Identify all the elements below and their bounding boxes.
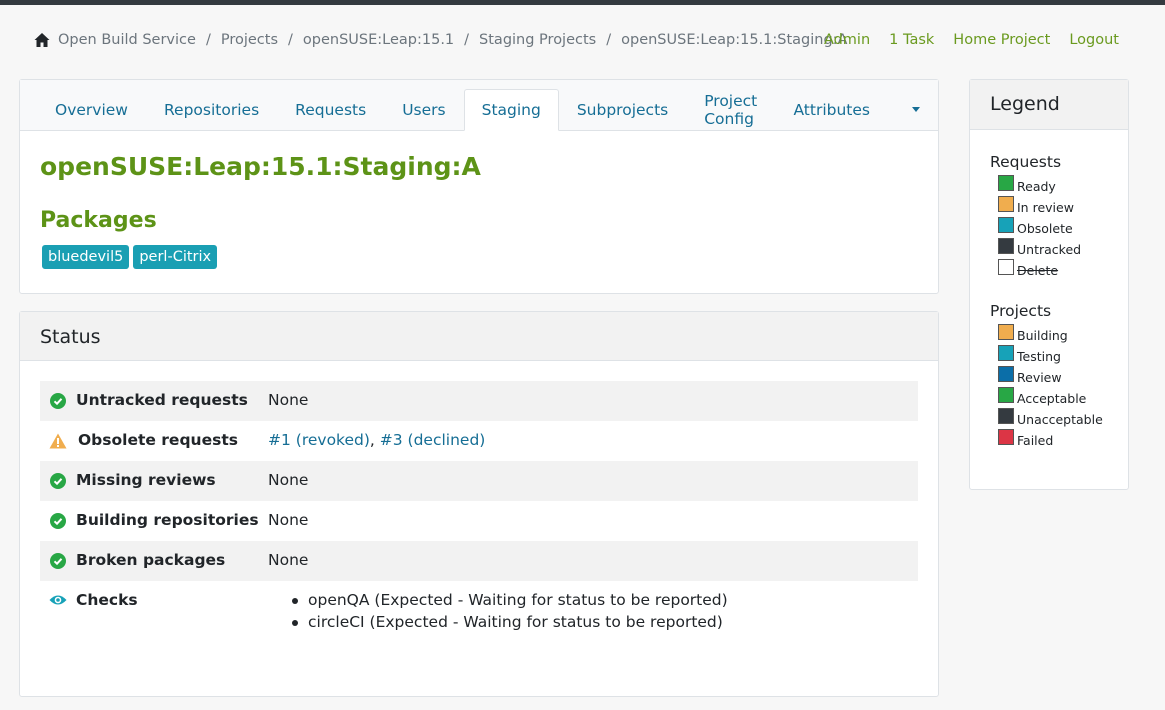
tab-requests[interactable]: Requests — [277, 89, 384, 130]
status-label: Obsolete requests — [78, 431, 238, 449]
legend-projects: Projects Building Testing Review Accepta… — [990, 302, 1103, 452]
caret-down-icon — [912, 107, 920, 112]
status-row-obsolete: Obsolete requests #1 (revoked), #3 (decl… — [40, 421, 918, 461]
status-value: #1 (revoked), #3 (declined) — [268, 431, 486, 449]
legend-item: Review — [990, 366, 1103, 389]
status-value: None — [268, 391, 309, 409]
legend-requests: Requests Ready In review Obsolete Untrac… — [990, 153, 1081, 282]
check-circle-icon — [50, 553, 66, 569]
legend-swatch — [998, 408, 1014, 424]
legend-card: Legend Requests Ready In review Obsolete… — [969, 79, 1129, 490]
tab-overview[interactable]: Overview — [37, 89, 146, 130]
breadcrumb-projects[interactable]: Projects — [221, 32, 278, 48]
status-row-building: Building repositories None — [40, 501, 918, 541]
legend-heading: Legend — [970, 80, 1128, 130]
tab-project-config[interactable]: Project Config — [686, 89, 775, 130]
tasks-link[interactable]: 1 Task — [889, 32, 934, 48]
legend-item: Untracked — [990, 238, 1081, 261]
legend-swatch — [998, 175, 1014, 191]
top-nav: Admin 1 Task Home Project Logout — [805, 28, 1119, 52]
list-item: openQA (Expected - Waiting for status to… — [292, 591, 728, 609]
legend-swatch — [998, 217, 1014, 233]
legend-requests-heading: Requests — [990, 153, 1062, 171]
request-link-1[interactable]: #1 (revoked) — [268, 431, 370, 449]
admin-link[interactable]: Admin — [824, 32, 870, 48]
legend-item: Building — [990, 324, 1103, 347]
status-rows: Untracked requests None Obsolete request… — [40, 381, 918, 635]
legend-swatch — [998, 429, 1014, 445]
status-value: None — [268, 471, 309, 489]
status-value: openQA (Expected - Waiting for status to… — [268, 591, 728, 635]
status-card: Status Untracked requests None Obsolete … — [19, 311, 939, 697]
tab-users[interactable]: Users — [384, 89, 463, 130]
status-heading: Status — [20, 312, 938, 361]
status-label: Building repositories — [76, 511, 259, 529]
breadcrumb-home[interactable]: Open Build Service — [58, 32, 196, 48]
tab-more-dropdown[interactable] — [888, 89, 938, 130]
request-link-3[interactable]: #3 (declined) — [380, 431, 486, 449]
home-icon[interactable] — [34, 32, 50, 48]
breadcrumb-leap[interactable]: openSUSE:Leap:15.1 — [303, 32, 454, 48]
tab-bar: Overview Repositories Requests Users Sta… — [20, 80, 938, 131]
checks-list: openQA (Expected - Waiting for status to… — [268, 591, 728, 631]
status-label: Untracked requests — [76, 391, 248, 409]
status-value: None — [268, 551, 309, 569]
status-row-broken: Broken packages None — [40, 541, 918, 581]
tab-attributes[interactable]: Attributes — [775, 89, 888, 130]
page-title: openSUSE:Leap:15.1:Staging:A — [40, 152, 481, 181]
breadcrumb: Open Build Service / Projects / openSUSE… — [34, 28, 847, 52]
tab-subprojects[interactable]: Subprojects — [559, 89, 686, 130]
legend-item: In review — [990, 196, 1081, 219]
status-label: Checks — [76, 591, 138, 609]
top-bar — [0, 0, 1165, 5]
status-label: Missing reviews — [76, 471, 216, 489]
legend-swatch — [998, 324, 1014, 340]
eye-icon — [49, 595, 67, 605]
packages-heading: Packages — [40, 208, 157, 233]
legend-item: Failed — [990, 429, 1103, 452]
list-item: circleCI (Expected - Waiting for status … — [292, 613, 728, 631]
legend-item: Obsolete — [990, 217, 1081, 240]
status-label: Broken packages — [76, 551, 226, 569]
home-project-link[interactable]: Home Project — [953, 32, 1050, 48]
warning-icon — [49, 433, 67, 449]
tab-staging[interactable]: Staging — [463, 89, 559, 131]
legend-item: Delete — [990, 259, 1081, 282]
legend-swatch — [998, 345, 1014, 361]
project-card: Overview Repositories Requests Users Sta… — [19, 79, 939, 294]
legend-item: Unacceptable — [990, 408, 1103, 431]
status-row-missing-reviews: Missing reviews None — [40, 461, 918, 501]
legend-swatch — [998, 196, 1014, 212]
tab-repositories[interactable]: Repositories — [146, 89, 277, 130]
check-circle-icon — [50, 513, 66, 529]
package-badges: bluedevil5 perl-Citrix — [42, 245, 218, 269]
check-circle-icon — [50, 473, 66, 489]
package-badge[interactable]: bluedevil5 — [42, 245, 130, 269]
legend-swatch — [998, 366, 1014, 382]
status-row-checks: Checks openQA (Expected - Waiting for st… — [40, 581, 918, 635]
check-circle-icon — [50, 393, 66, 409]
breadcrumb-staging-projects[interactable]: Staging Projects — [479, 32, 596, 48]
status-value: None — [268, 511, 309, 529]
legend-swatch — [998, 238, 1014, 254]
logout-link[interactable]: Logout — [1069, 32, 1119, 48]
legend-item: Testing — [990, 345, 1103, 368]
legend-item: Ready — [990, 175, 1081, 198]
legend-swatch — [998, 387, 1014, 403]
status-row-untracked: Untracked requests None — [40, 381, 918, 421]
legend-item: Acceptable — [990, 387, 1103, 410]
legend-projects-heading: Projects — [990, 302, 1052, 320]
legend-swatch — [998, 259, 1014, 275]
package-badge[interactable]: perl-Citrix — [133, 245, 218, 269]
